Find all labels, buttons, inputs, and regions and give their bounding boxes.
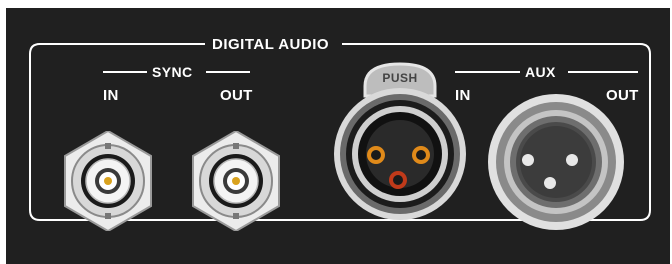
digital-audio-title: DIGITAL AUDIO	[206, 37, 336, 52]
push-release-tab[interactable]: PUSH	[374, 71, 426, 85]
sync-out-bnc-connector[interactable]	[186, 131, 286, 231]
bnc-connector-icon	[192, 131, 280, 231]
sync-in-label: IN	[103, 87, 119, 104]
aux-out-xlr-connector[interactable]	[481, 92, 631, 242]
sync-title: SYNC	[147, 65, 198, 79]
bnc-connector-icon	[64, 131, 152, 231]
sync-out-label: OUT	[220, 87, 253, 104]
sync-in-bnc-connector[interactable]	[58, 131, 158, 231]
aux-title: AUX	[520, 65, 561, 79]
xlr-female-connector-icon	[334, 62, 466, 220]
xlr-male-connector-icon	[488, 94, 624, 230]
